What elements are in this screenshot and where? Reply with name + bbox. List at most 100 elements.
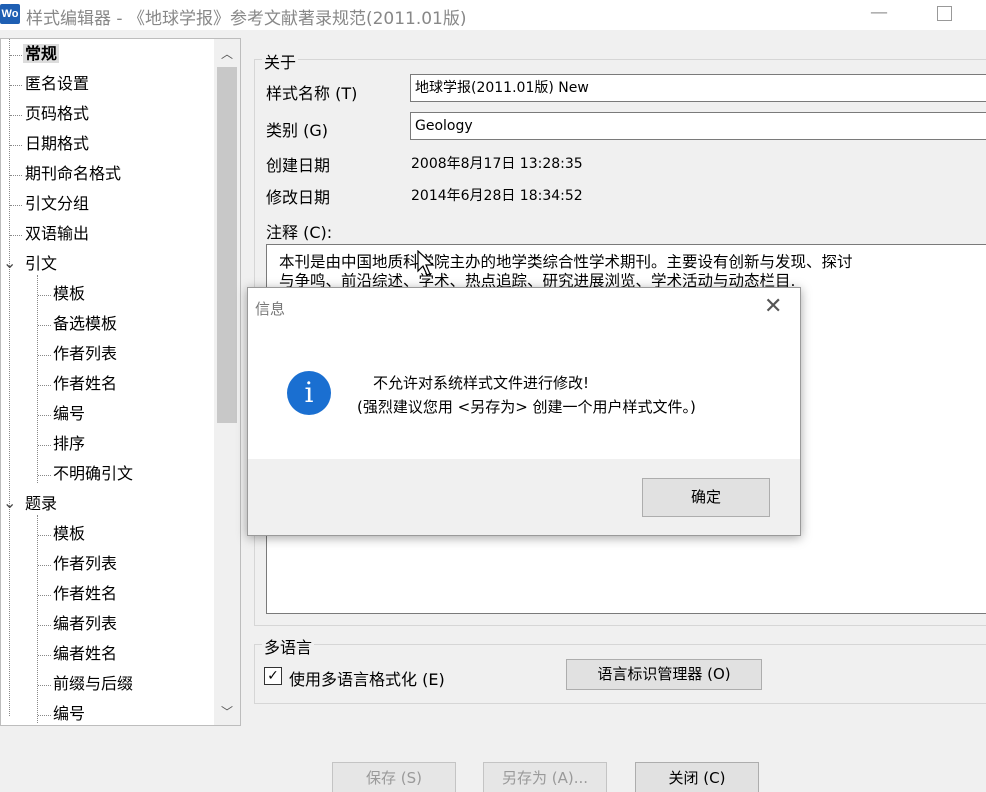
notes-label: 注释 (C): [266, 223, 333, 242]
tree-item[interactable]: 引文分组 [23, 191, 91, 217]
tree-connector [38, 295, 51, 296]
settings-tree[interactable]: 常规 匿名设置 页码格式 日期格式 期刊命名格式 引文分组 双语输出 ⌄ 引文 模板 备选模板 作者列… [0, 38, 241, 726]
tree-connector [38, 355, 51, 356]
tree-connector [38, 535, 51, 536]
tree-item[interactable]: 常规 [23, 41, 60, 67]
tree-connector [10, 115, 22, 116]
multilang-checkbox-label[interactable]: 使用多语言格式化 (E) [289, 666, 445, 690]
tree-item-label: 作者姓名 [53, 374, 118, 393]
maximize-button[interactable] [937, 6, 952, 21]
save-button[interactable]: 保存 (S) [332, 762, 456, 792]
tree-item[interactable]: 不明确引文 [51, 461, 135, 487]
tree-item-label: 日期格式 [25, 134, 90, 153]
tree-item[interactable]: 编号 [51, 701, 87, 725]
tree-connector [38, 565, 51, 566]
tree-item[interactable]: 备选模板 [51, 311, 119, 337]
tree-item[interactable]: 作者姓名 [51, 581, 119, 607]
style-name-label: 样式名称 (T) [266, 84, 358, 103]
tree-item-label: 期刊命名格式 [25, 164, 122, 183]
tree-connector [38, 415, 51, 416]
tree-item-label: 不明确引文 [53, 464, 134, 483]
dialog-hint: (强烈建议您用 <另存为> 创建一个用户样式文件。) [357, 398, 696, 416]
dialog-close-icon[interactable]: ✕ [764, 294, 782, 319]
tree-item[interactable]: 引文 [23, 251, 59, 277]
tree-item[interactable]: 作者列表 [51, 341, 119, 367]
expand-toggle-icon[interactable]: ⌄ [3, 253, 16, 272]
tree-item-label: 编号 [53, 404, 86, 423]
tree-connector [38, 325, 51, 326]
created-date-value: 2008年8月17日 13:28:35 [411, 156, 583, 172]
tree-connector [38, 445, 51, 446]
dialog-message: 不允许对系统样式文件进行修改! [373, 374, 590, 392]
tree-connector [10, 205, 22, 206]
tree-connector [38, 685, 51, 686]
dialog-title: 信息 [255, 300, 286, 318]
tree-item-label: 备选模板 [53, 314, 118, 333]
category-label: 类别 (G) [266, 121, 328, 140]
title-bar: Wo 样式编辑器 - 《地球学报》参考文献著录规范(2011.01版) — [0, 0, 986, 30]
modified-date-value: 2014年6月28日 18:34:52 [411, 188, 583, 204]
close-button[interactable]: 关闭 (C) [635, 762, 759, 792]
tree-connector [38, 655, 51, 656]
tree-item[interactable]: 模板 [51, 521, 87, 547]
multilang-checkbox[interactable]: ✓ [264, 667, 282, 685]
tree-connector [37, 515, 38, 723]
tree-item[interactable]: 作者列表 [51, 551, 119, 577]
tree-scrollbar[interactable]: ︿ ﹀ [214, 39, 240, 725]
tree-connector [10, 175, 22, 176]
tree-item[interactable]: 编者列表 [51, 611, 119, 637]
tree-connector [38, 385, 51, 386]
tree-item-label: 常规 [23, 44, 60, 63]
window-title: 样式编辑器 - 《地球学报》参考文献著录规范(2011.01版) [26, 9, 467, 29]
tree-item-label: 引文 [25, 254, 58, 273]
category-input[interactable]: Geology [410, 112, 986, 140]
style-name-input[interactable]: 地球学报(2011.01版) New [410, 74, 986, 102]
tree-item-label: 编者姓名 [53, 644, 118, 663]
tree-item-label: 编号 [53, 704, 86, 723]
tree-connector [38, 595, 51, 596]
created-date-label: 创建日期 [266, 156, 331, 175]
scroll-down-icon[interactable]: ﹀ [214, 701, 240, 723]
tree-item-label: 匿名设置 [25, 74, 90, 93]
tree-item[interactable]: 双语输出 [23, 221, 91, 247]
tree-item-label: 页码格式 [25, 104, 90, 123]
tree-item-label: 题录 [25, 494, 58, 513]
tree-connector [10, 145, 22, 146]
tree-item[interactable]: 题录 [23, 491, 59, 517]
tree-item[interactable]: 页码格式 [23, 101, 91, 127]
info-icon: i [287, 371, 331, 415]
notes-line: 本刊是由中国地质科学院主办的地学类综合性学术期刊。主要设有创新与发现、探讨 [279, 253, 853, 271]
tree-item[interactable]: 编者姓名 [51, 641, 119, 667]
tree-item[interactable]: 模板 [51, 281, 87, 307]
expand-toggle-icon[interactable]: ⌄ [3, 493, 16, 512]
tree-item[interactable]: 排序 [51, 431, 87, 457]
dialog-footer: 确定 [248, 459, 800, 535]
save-as-button[interactable]: 另存为 (A)... [483, 762, 607, 792]
tree-connector [38, 625, 51, 626]
tree-item[interactable]: 日期格式 [23, 131, 91, 157]
minimize-button[interactable]: — [868, 2, 890, 23]
tree-connector [38, 715, 51, 716]
scroll-up-icon[interactable]: ︿ [214, 43, 240, 65]
tree-item-label: 模板 [53, 524, 86, 543]
tree-item[interactable]: 编号 [51, 401, 87, 427]
tree-item-label: 作者列表 [53, 344, 118, 363]
tree-connector [10, 235, 22, 236]
tree-item[interactable]: 作者姓名 [51, 371, 119, 397]
tree-item[interactable]: 前缀与后缀 [51, 671, 135, 697]
tree-item-label: 前缀与后缀 [53, 674, 134, 693]
language-manager-button[interactable]: 语言标识管理器 (O) [566, 659, 762, 690]
mouse-cursor-icon [417, 250, 435, 276]
tree-connector [10, 55, 22, 56]
tree-item[interactable]: 匿名设置 [23, 71, 91, 97]
scroll-thumb[interactable] [217, 67, 237, 423]
modified-date-label: 修改日期 [266, 188, 331, 207]
ok-button[interactable]: 确定 [642, 478, 770, 517]
tree-item-label: 作者姓名 [53, 584, 118, 603]
tree-item-label: 作者列表 [53, 554, 118, 573]
tree-item[interactable]: 期刊命名格式 [23, 161, 123, 187]
app-icon: Wo [0, 4, 20, 24]
multilang-legend: 多语言 [262, 634, 315, 658]
tree-item-label: 模板 [53, 284, 86, 303]
tree-item-label: 编者列表 [53, 614, 118, 633]
